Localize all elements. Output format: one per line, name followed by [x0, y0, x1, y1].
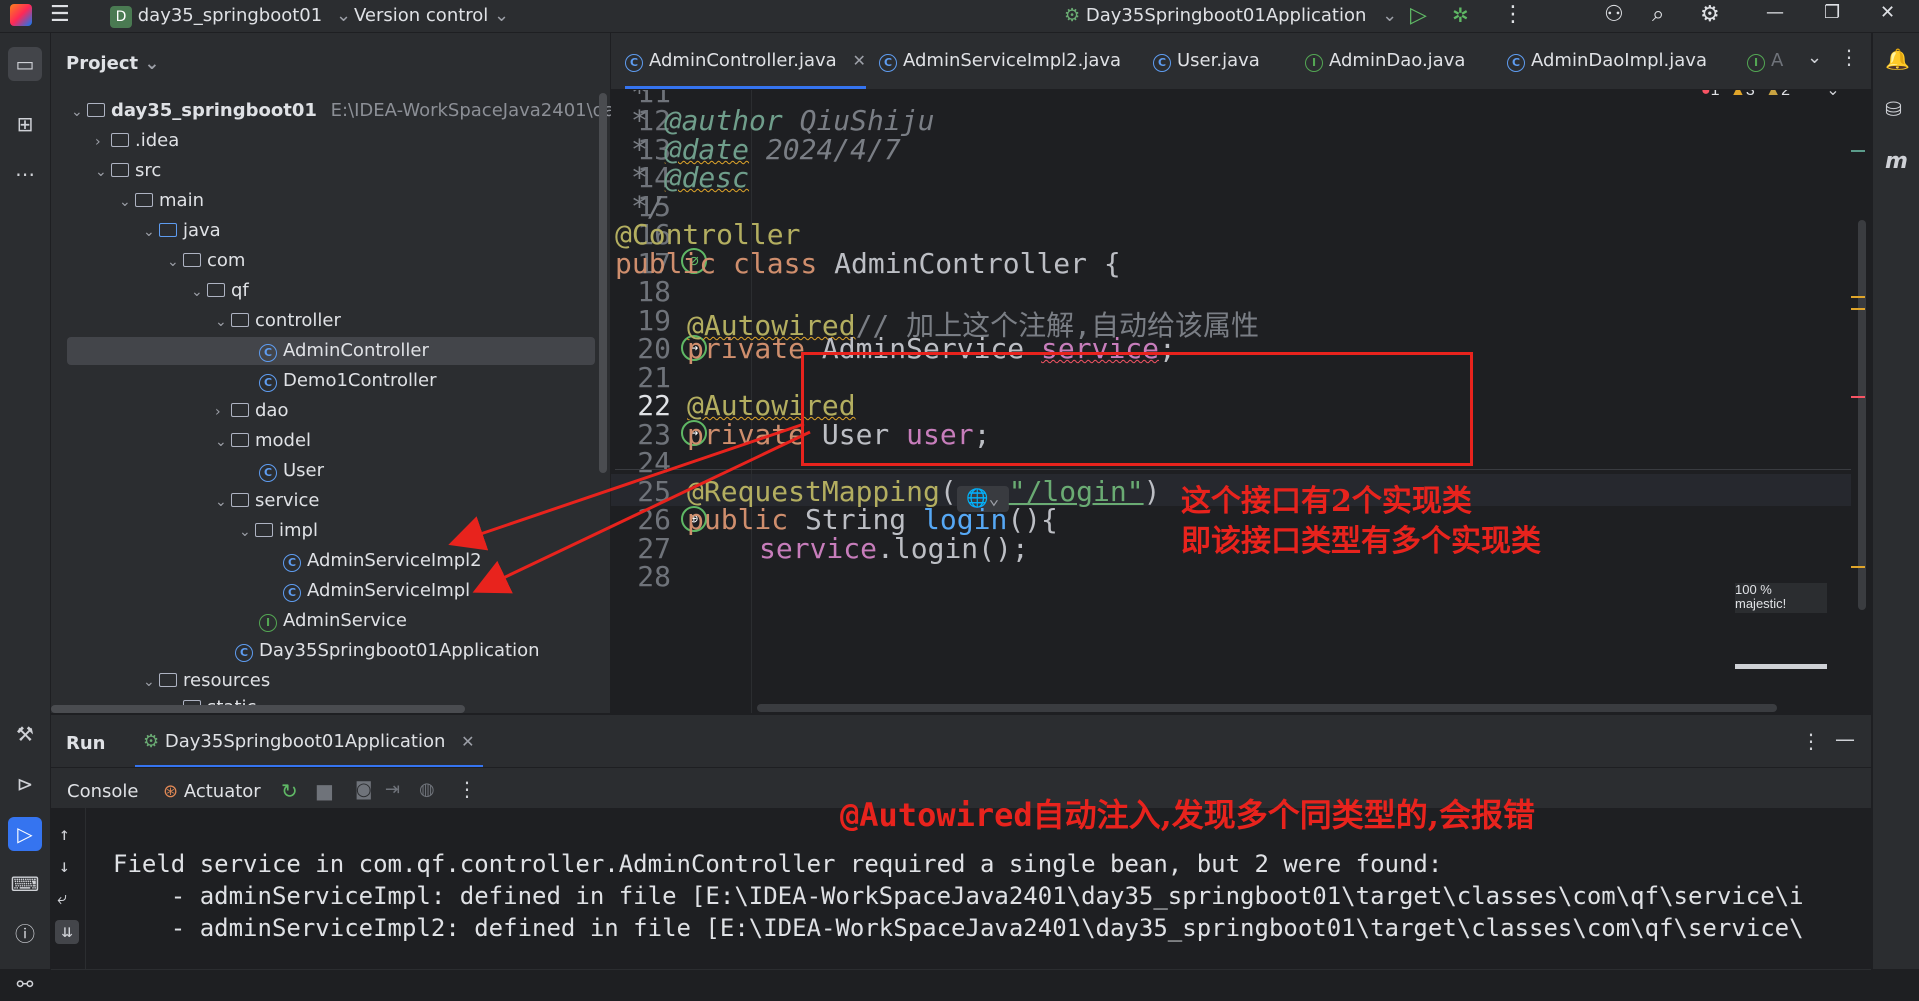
spring-boot-icon: ⚙	[143, 731, 160, 752]
console-note-bold: @Autowired	[840, 796, 1033, 834]
console-note-rest: 自动注入,发现多个同类型的,会报错	[1032, 796, 1535, 834]
arrow-to-impl2	[448, 422, 805, 551]
stop-icon[interactable]: ■	[315, 779, 334, 803]
close-tab-icon[interactable]: ✕	[461, 732, 474, 751]
run-panel-title: Run	[66, 733, 106, 754]
soft-wrap-icon[interactable]: ⤶	[57, 888, 67, 909]
scroll-to-end-icon[interactable]: ⇊	[55, 920, 79, 944]
right-tool-strip: 🔔 ⛁ m	[1872, 33, 1919, 969]
exit-icon[interactable]: ⇥	[385, 779, 400, 800]
camera-icon[interactable]: ◙	[355, 779, 372, 800]
scroll-up-icon[interactable]: ↑	[59, 824, 70, 845]
console-line-2: - adminServiceImpl: defined in file [E:\…	[113, 882, 1804, 910]
vcs-icon[interactable]: ⚯	[8, 967, 42, 1001]
tab-actuator[interactable]: ⊛ Actuator	[163, 781, 261, 802]
arrow-to-impl	[472, 430, 811, 594]
dump-icon[interactable]: ◍	[419, 779, 435, 800]
console-more-icon[interactable]: ⋮	[457, 777, 477, 801]
notifications-bell-icon[interactable]: 🔔	[1885, 47, 1910, 71]
run-config-tab[interactable]: ⚙ Day35Springboot01Application ✕	[135, 719, 483, 768]
minimize-panel-icon[interactable]: —	[1835, 727, 1855, 751]
tab-console[interactable]: Console	[67, 781, 138, 802]
maven-icon[interactable]: m	[1885, 149, 1908, 174]
rerun-icon[interactable]: ↻	[281, 779, 298, 803]
database-icon[interactable]: ⛁	[1885, 97, 1902, 121]
console-line-1: Field service in com.qf.controller.Admin…	[113, 850, 1443, 878]
console-toolbar: ↑ ↓ ⤶ ⇊	[51, 808, 86, 969]
scroll-down-icon[interactable]: ↓	[59, 856, 70, 877]
run-panel-more-icon[interactable]: ⋮	[1801, 729, 1821, 753]
console-line-3: - adminServiceImpl2: defined in file [E:…	[113, 914, 1804, 942]
actuator-icon: ⊛	[163, 781, 179, 802]
console-note: @Autowired自动注入,发现多个同类型的,会报错	[840, 790, 1535, 836]
